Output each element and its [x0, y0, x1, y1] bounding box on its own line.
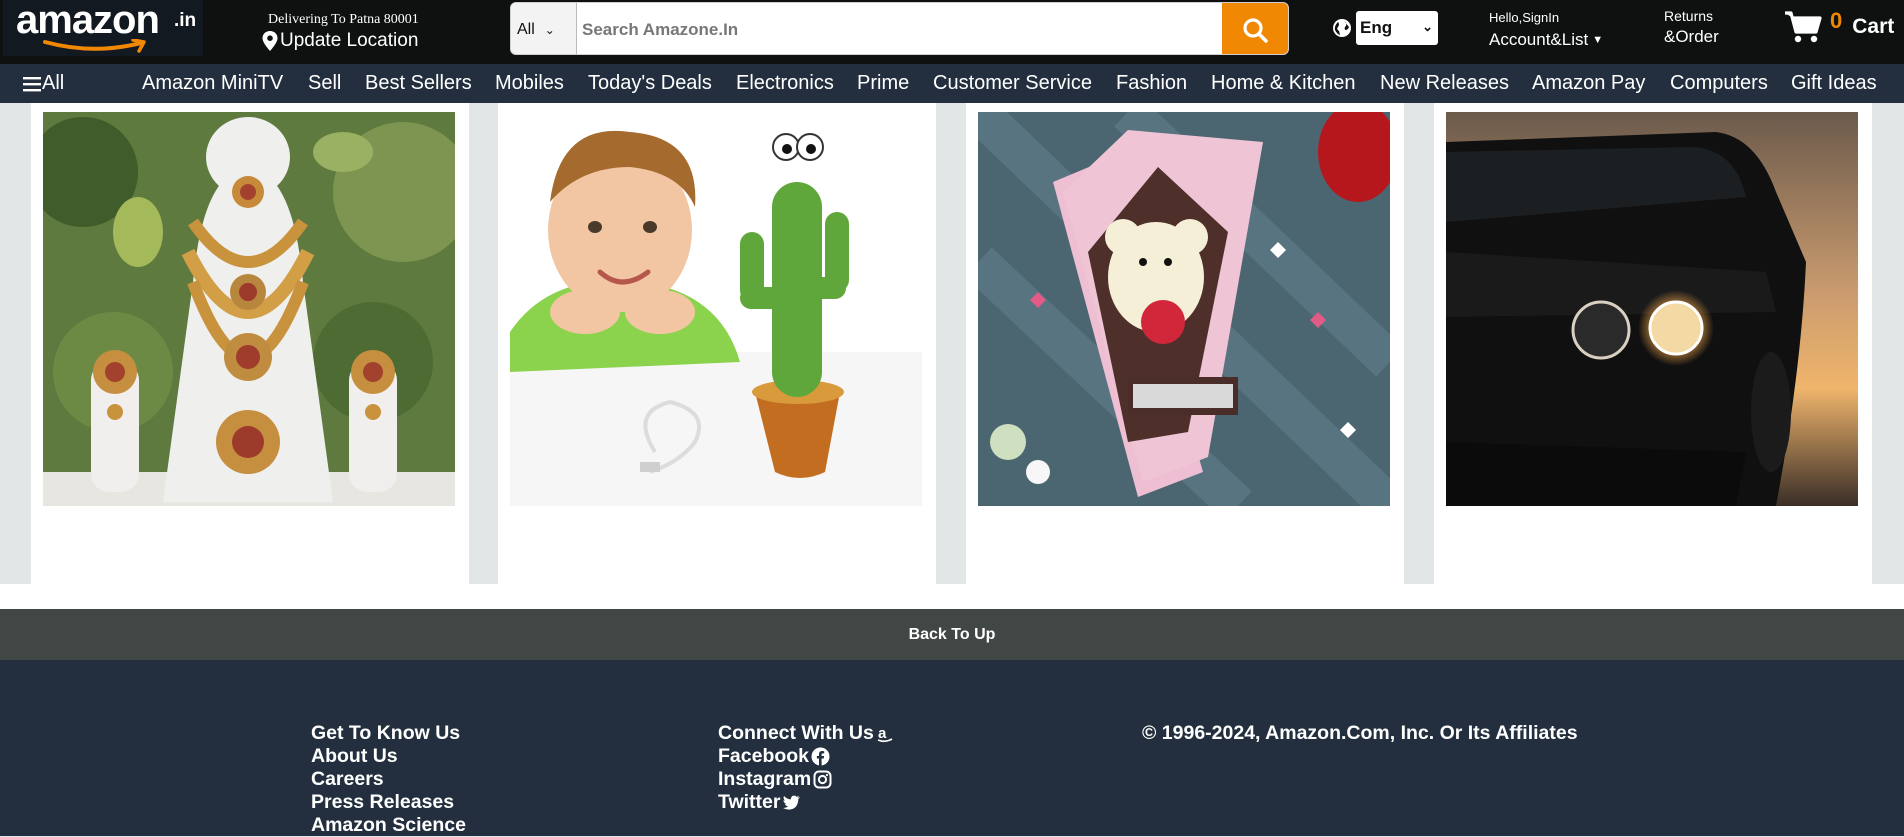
account-greeting: Hello,SignIn [1489, 10, 1560, 25]
nav-strip: All Amazon MiniTV Sell Best Sellers Mobi… [0, 64, 1904, 103]
hamburger-menu-icon [23, 76, 41, 91]
nav-item-sell[interactable]: Sell [308, 72, 341, 95]
update-location: Update Location [262, 30, 418, 52]
footer-link-careers[interactable]: Careers [311, 768, 466, 791]
footer-col-connect: Connect With Us a Facebook Instagram Twi… [718, 722, 895, 814]
nav-item-amazon-pay[interactable]: Amazon Pay [1532, 72, 1645, 95]
account-menu[interactable]: Hello,SignIn Account&List ▼ [1489, 10, 1603, 50]
footer-link-press-releases[interactable]: Press Releases [311, 791, 466, 814]
teddy-love-frame-image[interactable] [978, 112, 1390, 506]
footer-link-twitter[interactable]: Twitter [718, 791, 895, 814]
nav-item-home-kitchen[interactable]: Home & Kitchen [1211, 72, 1356, 95]
caret-down-icon: ▼ [1592, 34, 1604, 46]
cart-button[interactable]: 0 Cart [1784, 8, 1895, 44]
search-category-select[interactable]: All ⌄ [511, 3, 577, 54]
amazon-logo[interactable]: amazon .in [3, 0, 203, 56]
footer-heading-get-to-know: Get To Know Us [311, 722, 461, 744]
cart-count: 0 [1830, 8, 1843, 33]
footer-link-amazon-science[interactable]: Amazon Science [311, 814, 466, 837]
nav-all-label: All [42, 72, 65, 94]
product-card[interactable] [498, 103, 936, 584]
top-header: amazon .in Delivering To Patna 80001 Upd… [0, 0, 1904, 64]
twitter-bird-icon [783, 795, 801, 810]
cart-label: Cart [1852, 15, 1895, 38]
copyright-text: © 1996-2024, Amazon.Com, Inc. Or Its Aff… [1142, 722, 1578, 744]
facebook-icon [811, 747, 830, 766]
content-bottom-strip [0, 584, 1904, 612]
returns-orders[interactable]: Returns &Order [1664, 8, 1719, 47]
footer-twitter-label: Twitter [718, 791, 781, 813]
footer-facebook-label: Facebook [718, 745, 810, 767]
jewellery-set-image[interactable] [43, 112, 455, 506]
search-input[interactable] [577, 3, 1222, 54]
logo-smile-icon [43, 39, 146, 53]
product-card[interactable] [31, 103, 469, 584]
dancing-cactus-toy-image[interactable] [510, 112, 922, 506]
account-lists-label: Account&List [1489, 30, 1589, 49]
logo-word: amazon [16, 0, 160, 42]
chevron-down-icon: ⌄ [544, 22, 555, 37]
language-selector: Eng ⌄ [1332, 11, 1438, 45]
black-car-image[interactable] [1446, 112, 1858, 506]
delivery-text: Delivering To Patna 80001 [268, 12, 419, 27]
product-card[interactable] [966, 103, 1404, 584]
footer-connect-label: Connect With Us [718, 722, 874, 744]
footer-instagram-label: Instagram [718, 768, 812, 790]
nav-all-button[interactable]: All [23, 72, 64, 95]
nav-item-new-releases[interactable]: New Releases [1380, 72, 1509, 95]
nav-item-minitv[interactable]: Amazon MiniTV [142, 72, 283, 95]
nav-item-best-sellers[interactable]: Best Sellers [365, 72, 472, 95]
instagram-icon [813, 770, 832, 789]
footer-link-instagram[interactable]: Instagram [718, 768, 895, 791]
logo-tld: .in [174, 10, 197, 31]
nav-item-customer-service[interactable]: Customer Service [933, 72, 1092, 95]
nav-item-todays-deals[interactable]: Today's Deals [588, 72, 712, 95]
search-bar: All ⌄ [510, 2, 1289, 55]
footer-link-facebook[interactable]: Facebook [718, 745, 895, 768]
orders-label: &Order [1664, 27, 1719, 46]
location-pin-icon [262, 31, 278, 51]
language-value: Eng [1360, 18, 1393, 37]
amazon-a-icon: a [877, 725, 893, 743]
back-to-top-button[interactable]: Back To Up [0, 609, 1904, 660]
product-grid [0, 103, 1904, 612]
language-select[interactable]: Eng ⌄ [1356, 11, 1438, 45]
cart-icon [1785, 11, 1822, 43]
nav-item-electronics[interactable]: Electronics [736, 72, 834, 95]
globe-icon [1333, 19, 1351, 37]
nav-item-computers[interactable]: Computers [1670, 72, 1768, 95]
nav-item-fashion[interactable]: Fashion [1116, 72, 1187, 95]
footer: Get To Know Us About Us Careers Press Re… [0, 660, 1904, 836]
update-location-label: Update Location [280, 30, 419, 51]
footer-link-about-us[interactable]: About Us [311, 745, 466, 768]
search-category-value: All [517, 20, 535, 38]
product-card[interactable] [1434, 103, 1872, 584]
search-icon [1243, 17, 1268, 43]
account-lists: Account&List ▼ [1489, 30, 1603, 50]
search-button[interactable] [1222, 3, 1288, 54]
returns-label: Returns [1664, 8, 1714, 24]
nav-item-prime[interactable]: Prime [857, 72, 909, 95]
footer-col-get-to-know: Get To Know Us About Us Careers Press Re… [311, 722, 466, 837]
footer-heading-connect: Connect With Us a [718, 722, 895, 745]
svg-text:a: a [878, 725, 887, 742]
nav-item-gift-ideas[interactable]: Gift Ideas [1791, 72, 1877, 95]
nav-item-mobiles[interactable]: Mobiles [495, 72, 564, 95]
chevron-down-icon: ⌄ [1422, 19, 1433, 34]
